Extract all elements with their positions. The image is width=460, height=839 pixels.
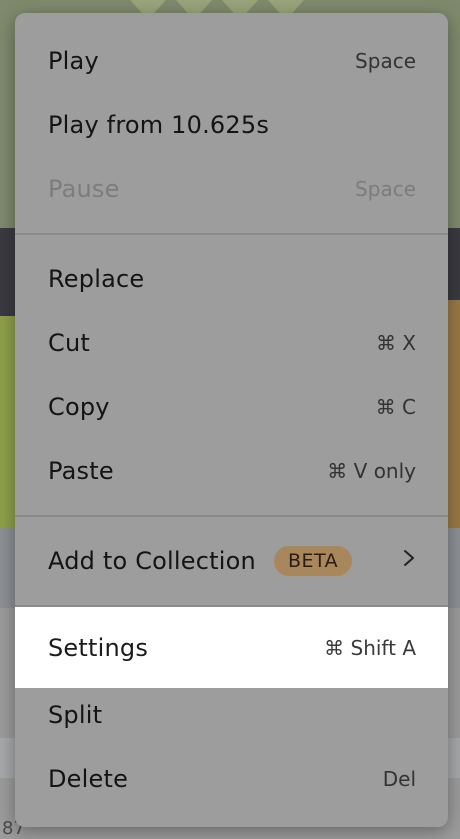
- menu-separator: [15, 233, 448, 235]
- menu-item-label: Delete: [48, 765, 129, 793]
- menu-item-shortcut: Space: [355, 49, 416, 73]
- menu-item-label: Settings: [48, 633, 149, 662]
- context-menu: Play Space Play from 10.625s Pause Space…: [15, 13, 448, 827]
- menu-item-delete[interactable]: Delete Del: [15, 747, 448, 811]
- menu-item-shortcut: ⌘ V only: [327, 459, 416, 483]
- menu-item-shortcut: ⌘ X: [375, 331, 416, 355]
- menu-item-label: Play: [48, 47, 99, 75]
- menu-item-label-group: Add to Collection BETA: [48, 546, 353, 576]
- menu-item-label: Cut: [48, 329, 90, 357]
- menu-item-label: Replace: [48, 265, 145, 293]
- menu-item-cut[interactable]: Cut ⌘ X: [15, 311, 448, 375]
- menu-separator: [15, 515, 448, 517]
- menu-item-label: Copy: [48, 393, 110, 421]
- menu-item-shortcut: Del: [382, 767, 416, 791]
- menu-item-shortcut: ⌘ Shift A: [324, 635, 416, 660]
- menu-item-play-from[interactable]: Play from 10.625s: [15, 93, 448, 157]
- beta-badge: BETA: [273, 546, 353, 576]
- menu-item-paste[interactable]: Paste ⌘ V only: [15, 439, 448, 503]
- menu-item-label: Paste: [48, 457, 114, 485]
- menu-item-pause: Pause Space: [15, 157, 448, 221]
- menu-item-shortcut: ⌘ C: [375, 395, 416, 419]
- menu-item-copy[interactable]: Copy ⌘ C: [15, 375, 448, 439]
- menu-item-label: Pause: [48, 175, 120, 203]
- menu-item-play[interactable]: Play Space: [15, 29, 448, 93]
- menu-item-label: Add to Collection: [48, 547, 256, 575]
- chevron-right-icon: [402, 548, 416, 574]
- menu-item-split[interactable]: Split: [15, 683, 448, 747]
- menu-item-shortcut: Space: [355, 177, 416, 201]
- menu-item-label: Play from 10.625s: [48, 111, 270, 139]
- menu-item-add-to-collection[interactable]: Add to Collection BETA: [15, 529, 448, 593]
- menu-item-replace[interactable]: Replace: [15, 247, 448, 311]
- menu-item-settings[interactable]: Settings ⌘ Shift A: [15, 607, 448, 688]
- menu-item-label: Split: [48, 701, 103, 729]
